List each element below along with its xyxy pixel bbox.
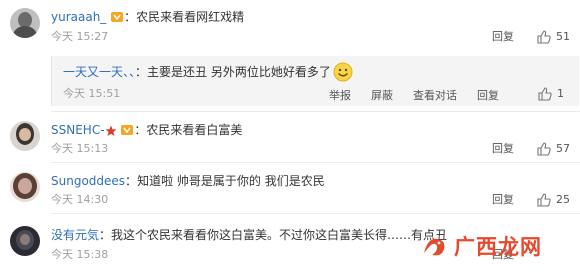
reply-actions: 举报 屏蔽 查看对话 回复 bbox=[329, 87, 499, 103]
comment-username[interactable]: yuraaah_ bbox=[51, 10, 106, 24]
avatar[interactable] bbox=[10, 121, 40, 151]
comment-item: SSNEHC- ：农民来看看白富美 今天 15:13 回复 57 bbox=[0, 112, 580, 162]
vip-badge-icon bbox=[111, 12, 124, 22]
reply-username[interactable]: 一天又一天、、 bbox=[63, 65, 135, 79]
block-button[interactable]: 屏蔽 bbox=[371, 87, 393, 103]
comment-text: 我这个农民来看看你这白富美。不过你这白富美长得……有点丑 bbox=[111, 228, 448, 242]
report-button[interactable]: 举报 bbox=[329, 87, 351, 103]
comment-username[interactable]: Sungoddees bbox=[51, 174, 125, 188]
like-count: 57 bbox=[556, 142, 570, 155]
reply-text: 主要是还丑 另外两位比她好看多了 bbox=[147, 65, 331, 79]
watermark-logo: 广西龙网 bbox=[420, 228, 570, 264]
avatar[interactable] bbox=[10, 8, 40, 38]
comment-text: 农民来看看网红戏精 bbox=[136, 10, 245, 24]
like-button[interactable]: 51 bbox=[537, 30, 570, 44]
smiley-emoji-icon bbox=[333, 62, 353, 82]
vip-badge-icon bbox=[121, 125, 134, 135]
thumbs-up-icon bbox=[537, 30, 551, 44]
like-button[interactable]: 25 bbox=[537, 193, 570, 207]
reply-button[interactable]: 回复 bbox=[477, 87, 499, 103]
reply-button[interactable]: 回复 bbox=[492, 142, 514, 156]
thumbs-up-icon bbox=[537, 142, 551, 156]
comment-time: 今天 15:13 bbox=[51, 142, 109, 155]
comment-username[interactable]: 没有元気 bbox=[51, 228, 99, 242]
star-badge-icon bbox=[105, 125, 117, 136]
comment-time: 今天 14:30 bbox=[51, 193, 109, 206]
comment-item: Sungoddees：知道啦 帅哥是属于你的 我们是农民 今天 14:30 回复… bbox=[0, 163, 580, 213]
comment-time: 今天 15:38 bbox=[51, 248, 109, 261]
comment-text: 农民来看看白富美 bbox=[146, 123, 243, 137]
like-count: 25 bbox=[556, 193, 570, 206]
reply-button[interactable]: 回复 bbox=[492, 193, 514, 207]
like-count: 1 bbox=[557, 87, 564, 100]
like-button[interactable]: 1 bbox=[538, 87, 564, 101]
avatar[interactable] bbox=[10, 226, 40, 256]
dragon-logo-icon bbox=[424, 238, 445, 256]
thumbs-up-icon bbox=[537, 193, 551, 207]
like-button[interactable]: 57 bbox=[537, 142, 570, 156]
comment-text: 知道啦 帅哥是属于你的 我们是农民 bbox=[137, 174, 325, 188]
comment-username[interactable]: SSNEHC- bbox=[51, 123, 105, 137]
nested-reply: 一天又一天、、：主要是还丑 另外两位比她好看多了 今天 15:51 举报 屏蔽 … bbox=[51, 56, 579, 106]
view-conversation-button[interactable]: 查看对话 bbox=[413, 87, 457, 103]
watermark-text: 广西龙网 bbox=[454, 234, 542, 259]
reply-button[interactable]: 回复 bbox=[492, 30, 514, 44]
comment-item: yuraaah_ ：农民来看看网红戏精 今天 15:27 回复 51 bbox=[0, 0, 580, 50]
avatar[interactable] bbox=[10, 172, 40, 202]
like-count: 51 bbox=[556, 30, 570, 43]
reply-time: 今天 15:51 bbox=[63, 87, 121, 100]
thumbs-up-icon bbox=[538, 87, 552, 101]
comment-time: 今天 15:27 bbox=[51, 30, 109, 43]
